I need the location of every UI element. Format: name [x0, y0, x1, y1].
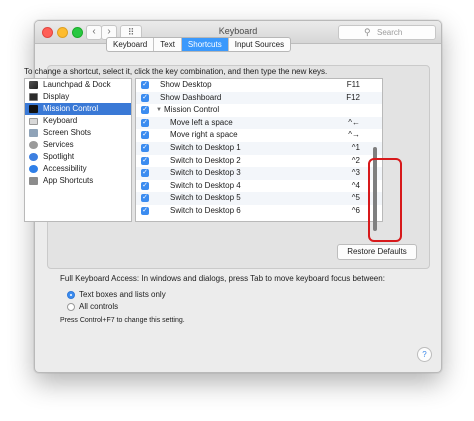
- shortcut-checkbox[interactable]: ✓: [141, 131, 149, 140]
- search-icon: ⚲: [364, 27, 371, 37]
- shortcut-list: ✓ Show Desktop F11 ✓ Show Dashboard F12 …: [135, 78, 383, 222]
- display-icon: [29, 93, 38, 101]
- shortcut-row[interactable]: ✓ Switch to Desktop 5 ^5: [136, 192, 382, 205]
- shortcut-key[interactable]: ^4: [352, 180, 360, 193]
- search-placeholder: Search: [377, 28, 403, 37]
- tab-keyboard[interactable]: Keyboard: [107, 38, 155, 51]
- category-list: Launchpad & Dock Display Mission Control…: [24, 78, 132, 222]
- shortcut-checkbox[interactable]: ✓: [141, 93, 149, 102]
- shortcut-key[interactable]: ^2: [352, 155, 360, 168]
- shortcut-checkbox[interactable]: ✓: [141, 156, 149, 165]
- shortcut-row[interactable]: ✓ Switch to Desktop 6 ^6: [136, 205, 382, 218]
- shortcut-key[interactable]: ^6: [352, 205, 360, 218]
- shortcut-name: Move right a space: [170, 130, 238, 140]
- instruction-text: To change a shortcut, select it, click t…: [24, 67, 328, 76]
- radio-all-controls[interactable]: All controls: [67, 302, 118, 311]
- search-field[interactable]: ⚲ Search: [338, 25, 436, 40]
- shortcut-key[interactable]: ^←: [348, 117, 360, 130]
- shortcut-group-name: Mission Control: [164, 105, 220, 115]
- tab-bar: Keyboard Text Shortcuts Input Sources: [106, 37, 292, 52]
- shortcut-name: Move left a space: [170, 117, 233, 127]
- full-keyboard-access-label: Full Keyboard Access: In windows and dia…: [60, 274, 385, 283]
- shortcut-group-row[interactable]: ✓ ▼ Mission Control: [136, 104, 382, 117]
- shortcut-checkbox[interactable]: ✓: [141, 206, 149, 215]
- spotlight-icon: [29, 153, 38, 161]
- category-keyboard[interactable]: Keyboard: [25, 115, 131, 127]
- shortcut-checkbox[interactable]: ✓: [141, 169, 149, 178]
- shortcut-key[interactable]: ^1: [352, 142, 360, 155]
- shortcut-name: Switch to Desktop 2: [170, 155, 241, 165]
- radio-text-boxes-lists[interactable]: Text boxes and lists only: [67, 290, 166, 299]
- tab-input-sources[interactable]: Input Sources: [229, 38, 290, 51]
- disclosure-triangle-icon[interactable]: ▼: [156, 104, 162, 117]
- shortcut-row[interactable]: ✓ Show Desktop F11: [136, 79, 382, 92]
- shortcut-row[interactable]: ✓ Move left a space ^←: [136, 116, 382, 130]
- category-accessibility[interactable]: Accessibility: [25, 163, 131, 175]
- restore-defaults-button[interactable]: Restore Defaults: [337, 244, 417, 260]
- highlight-annotation: [368, 158, 402, 242]
- shortcut-name: Switch to Desktop 5: [170, 193, 241, 203]
- mission-control-icon: [29, 105, 38, 113]
- shortcut-name: Show Desktop: [160, 80, 212, 89]
- shortcut-row[interactable]: ✓ Switch to Desktop 3 ^3: [136, 167, 382, 180]
- shortcut-checkbox[interactable]: ✓: [141, 143, 149, 152]
- radio-unselected-icon[interactable]: [67, 303, 75, 311]
- shortcut-name: Switch to Desktop 1: [170, 142, 241, 152]
- shortcut-key[interactable]: ^3: [352, 167, 360, 180]
- keyboard-icon: [29, 118, 38, 125]
- shortcut-row[interactable]: ✓ Show Dashboard F12: [136, 91, 382, 105]
- category-spotlight[interactable]: Spotlight: [25, 151, 131, 163]
- shortcut-row[interactable]: ✓ Switch to Desktop 1 ^1: [136, 141, 382, 155]
- category-display[interactable]: Display: [25, 91, 131, 103]
- help-button[interactable]: ?: [417, 347, 432, 362]
- shortcut-row[interactable]: ✓ Switch to Desktop 2 ^2: [136, 155, 382, 168]
- shortcut-checkbox[interactable]: ✓: [141, 118, 149, 127]
- category-app-shortcuts[interactable]: App Shortcuts: [25, 175, 131, 187]
- shortcut-key[interactable]: ^5: [352, 192, 360, 205]
- shortcut-name: Show Dashboard: [160, 92, 222, 102]
- app-shortcuts-icon: [29, 177, 38, 185]
- shortcut-checkbox[interactable]: ✓: [141, 181, 149, 190]
- shortcut-key[interactable]: F11: [347, 79, 360, 92]
- shortcut-row[interactable]: ✓ Switch to Desktop 4 ^4: [136, 180, 382, 193]
- shortcut-name: Switch to Desktop 4: [170, 180, 241, 190]
- shortcut-name: Switch to Desktop 3: [170, 168, 241, 178]
- category-screen-shots[interactable]: Screen Shots: [25, 127, 131, 139]
- category-services[interactable]: Services: [25, 139, 131, 151]
- tab-text[interactable]: Text: [154, 38, 182, 51]
- shortcut-key[interactable]: ^→: [348, 129, 360, 142]
- shortcut-checkbox[interactable]: ✓: [141, 194, 149, 203]
- category-mission-control[interactable]: Mission Control: [25, 103, 131, 115]
- launchpad-icon: [29, 81, 38, 89]
- tab-shortcuts[interactable]: Shortcuts: [181, 38, 229, 51]
- category-launchpad-dock[interactable]: Launchpad & Dock: [25, 79, 131, 91]
- shortcut-name: Switch to Desktop 6: [170, 205, 241, 215]
- gear-icon: [29, 141, 38, 149]
- shortcut-checkbox[interactable]: ✓: [141, 106, 149, 115]
- screenshot-icon: [29, 129, 38, 137]
- shortcut-key[interactable]: F12: [346, 92, 360, 105]
- shortcut-checkbox[interactable]: ✓: [141, 81, 149, 89]
- shortcut-row[interactable]: ✓ Move right a space ^→: [136, 129, 382, 142]
- radio-selected-icon[interactable]: [67, 291, 75, 299]
- accessibility-icon: [29, 165, 38, 173]
- shortcut-hint-note: Press Control+F7 to change this setting.: [60, 317, 185, 324]
